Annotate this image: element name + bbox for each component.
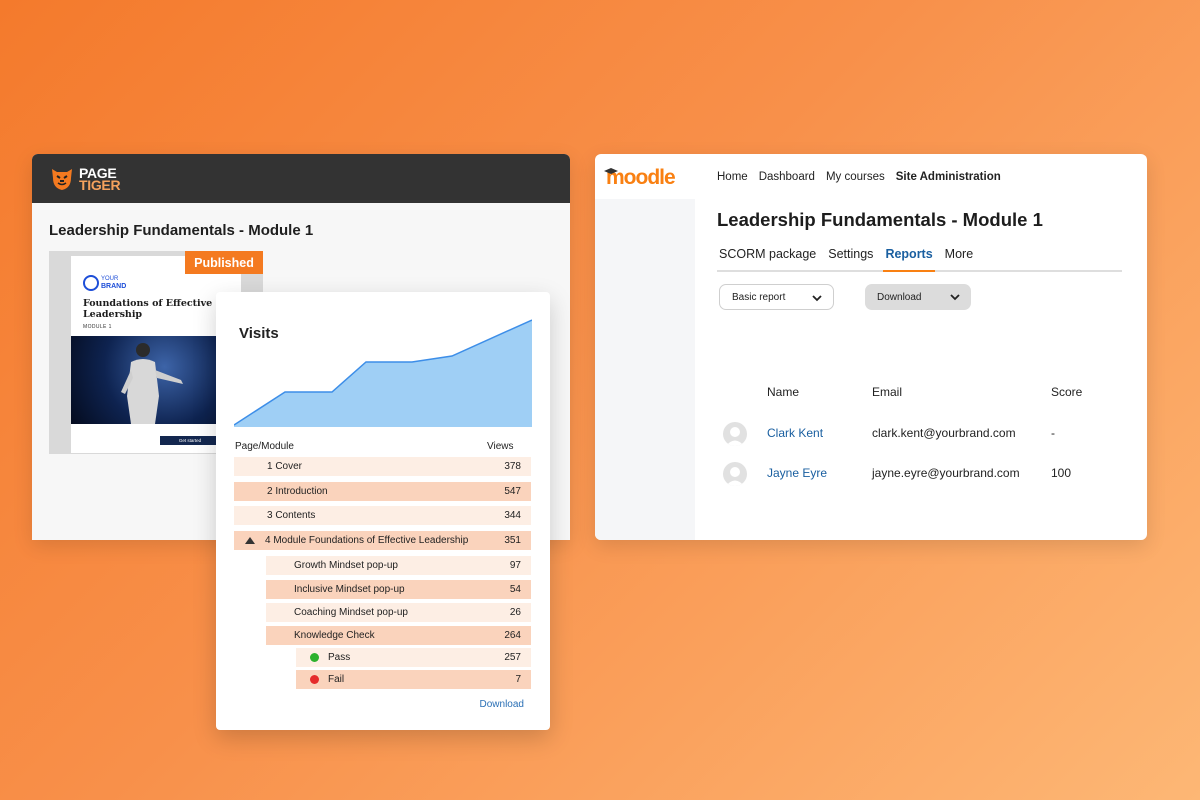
table-row[interactable]: 1 Cover 378 bbox=[234, 457, 531, 476]
table-row[interactable]: Pass 257 bbox=[296, 648, 531, 667]
moodle-window: moodle Home Dashboard My courses Site Ad… bbox=[595, 154, 1147, 540]
visits-title: Visits bbox=[239, 325, 279, 342]
report-type-select[interactable]: Basic report bbox=[719, 284, 834, 310]
row-views: 547 bbox=[504, 486, 521, 497]
table-row-expandable[interactable]: 4 Module Foundations of Effective Leader… bbox=[234, 531, 531, 550]
tab-more[interactable]: More bbox=[943, 247, 975, 272]
row-label: 2 Introduction bbox=[267, 486, 328, 497]
row-views: 7 bbox=[515, 674, 521, 685]
nav-dashboard[interactable]: Dashboard bbox=[759, 171, 815, 183]
preview-heading: Foundations of Effective Leadership bbox=[83, 298, 213, 320]
chevron-down-icon bbox=[950, 294, 960, 301]
brand-logo: YOUR BRAND bbox=[83, 275, 126, 291]
row-views: 344 bbox=[504, 510, 521, 521]
brand-small-text: YOUR bbox=[101, 276, 119, 282]
row-views: 257 bbox=[504, 652, 521, 663]
tab-scorm-package[interactable]: SCORM package bbox=[717, 247, 818, 272]
table-row[interactable]: 2 Introduction 547 bbox=[234, 482, 531, 501]
chevron-down-icon bbox=[812, 295, 822, 302]
user-score: 100 bbox=[1051, 466, 1072, 480]
tiger-logo-icon bbox=[52, 168, 72, 190]
report-type-value: Basic report bbox=[732, 291, 786, 303]
nav-site-administration[interactable]: Site Administration bbox=[896, 171, 1001, 183]
row-views: 26 bbox=[509, 607, 521, 618]
row-label: Pass bbox=[328, 652, 351, 663]
row-label: 3 Contents bbox=[267, 510, 316, 521]
tab-reports[interactable]: Reports bbox=[883, 247, 935, 272]
course-title: Leadership Fundamentals - Module 1 bbox=[717, 209, 1043, 230]
pass-dot-icon bbox=[310, 653, 319, 662]
table-row[interactable]: Coaching Mindset pop-up 26 bbox=[266, 603, 531, 622]
graduation-cap-icon bbox=[604, 168, 618, 174]
publication-title: Leadership Fundamentals - Module 1 bbox=[49, 222, 314, 239]
user-name-link[interactable]: Clark Kent bbox=[767, 426, 872, 440]
row-label: Fail bbox=[328, 674, 345, 685]
preview-subheading: MODULE 1 bbox=[83, 324, 112, 330]
moodle-sidebar bbox=[595, 199, 695, 540]
logo-line-2: TIGER bbox=[79, 176, 121, 193]
table-row[interactable]: 3 Contents 344 bbox=[234, 506, 531, 525]
header-score[interactable]: Score bbox=[1051, 385, 1082, 399]
fail-dot-icon bbox=[310, 675, 319, 684]
row-label: Coaching Mindset pop-up bbox=[294, 607, 408, 618]
pagetiger-header: PAGE TIGER bbox=[32, 154, 570, 203]
user-email: clark.kent@yourbrand.com bbox=[872, 426, 1016, 440]
nav-home[interactable]: Home bbox=[717, 171, 748, 183]
brand-circle-icon bbox=[83, 275, 99, 291]
row-views: 351 bbox=[504, 535, 521, 546]
user-name-link[interactable]: Jayne Eyre bbox=[767, 466, 872, 480]
row-label: Knowledge Check bbox=[294, 630, 375, 641]
download-select-value: Download bbox=[877, 291, 922, 303]
row-views: 264 bbox=[504, 630, 521, 641]
user-score: - bbox=[1051, 426, 1055, 440]
row-views: 97 bbox=[509, 560, 521, 571]
row-views: 54 bbox=[509, 584, 521, 595]
get-started-button[interactable]: Get started bbox=[160, 436, 220, 445]
table-row[interactable]: Knowledge Check 264 bbox=[266, 626, 531, 645]
avatar bbox=[723, 462, 747, 486]
table-row[interactable]: Fail 7 bbox=[296, 670, 531, 689]
download-select[interactable]: Download bbox=[865, 284, 971, 310]
row-views: 378 bbox=[504, 461, 521, 472]
moodle-logo[interactable]: moodle bbox=[604, 166, 676, 190]
col-views: Views bbox=[487, 441, 514, 452]
user-avatar-icon bbox=[726, 427, 744, 446]
analytics-card: Visits Page/Module Views 1 Cover 378 2 I… bbox=[216, 292, 550, 730]
tab-settings[interactable]: Settings bbox=[826, 247, 875, 272]
brand-large-text: BRAND bbox=[101, 283, 127, 290]
table-row: Clark Kent clark.kent@yourbrand.com - bbox=[767, 420, 1055, 446]
user-avatar-icon bbox=[726, 467, 744, 486]
table-row: Jayne Eyre jayne.eyre@yourbrand.com 100 bbox=[767, 460, 1071, 486]
row-label: 4 Module Foundations of Effective Leader… bbox=[265, 535, 469, 546]
header-email[interactable]: Email bbox=[872, 385, 902, 399]
row-label: 1 Cover bbox=[267, 461, 303, 472]
analytics-download-link[interactable]: Download bbox=[480, 699, 524, 710]
pagetiger-logo-text: PAGE TIGER bbox=[79, 166, 121, 193]
published-badge: Published bbox=[185, 251, 263, 274]
table-row[interactable]: Inclusive Mindset pop-up 54 bbox=[266, 580, 531, 599]
header-name[interactable]: Name bbox=[767, 385, 799, 399]
collapse-triangle-icon[interactable] bbox=[245, 537, 255, 544]
moodle-nav: Home Dashboard My courses Site Administr… bbox=[717, 171, 1001, 183]
user-email: jayne.eyre@yourbrand.com bbox=[872, 466, 1020, 480]
col-page-module: Page/Module bbox=[235, 441, 294, 452]
row-label: Growth Mindset pop-up bbox=[294, 560, 398, 571]
avatar bbox=[723, 422, 747, 446]
nav-my-courses[interactable]: My courses bbox=[826, 171, 885, 183]
moodle-tabs: SCORM package Settings Reports More bbox=[717, 247, 1122, 272]
row-label: Inclusive Mindset pop-up bbox=[294, 584, 405, 595]
table-row[interactable]: Growth Mindset pop-up 97 bbox=[266, 556, 531, 575]
